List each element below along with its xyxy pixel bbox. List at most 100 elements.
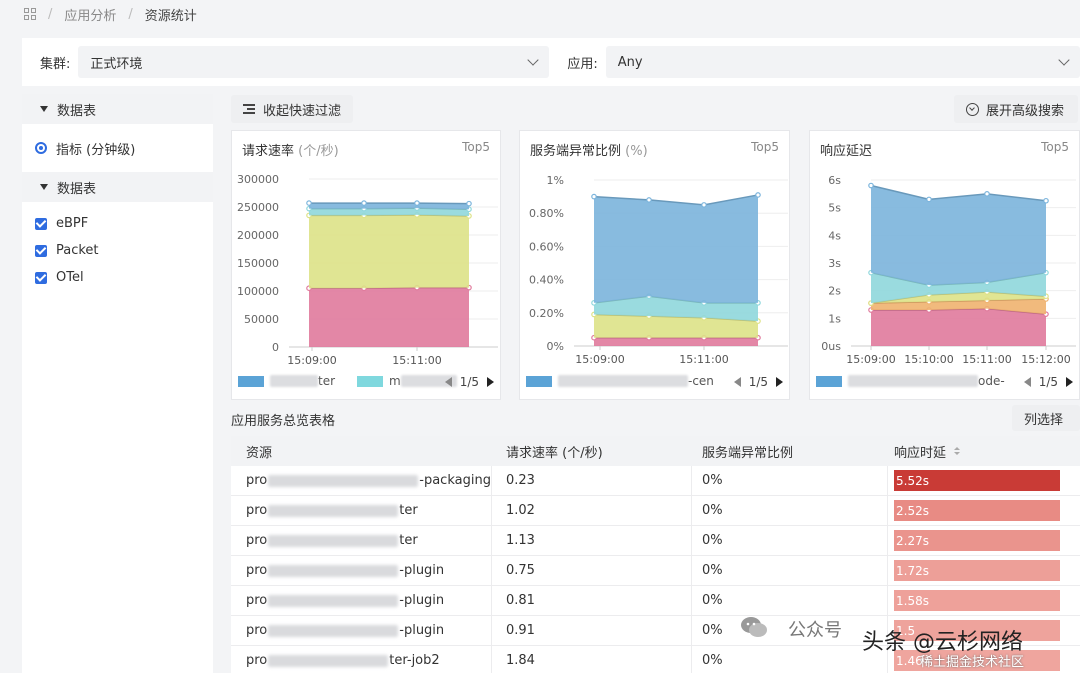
data-point: [755, 192, 761, 198]
breadcrumb-resource-stats: 资源统计: [144, 8, 197, 24]
legend-item[interactable]: m: [389, 374, 401, 388]
expand-advanced-search-button[interactable]: 展开高级搜索: [954, 95, 1078, 123]
table-row[interactable]: pro -packaging 0.23 0% 5.52s: [231, 466, 1080, 496]
redacted-name: [268, 534, 399, 547]
legend-item[interactable]: -cen: [688, 374, 714, 388]
legend-item[interactable]: ter: [318, 374, 335, 388]
chevron-down-icon: [527, 54, 540, 66]
x-tick-label: 15:09:00: [575, 353, 624, 366]
prev-page-icon[interactable]: [733, 377, 741, 387]
cell-resource[interactable]: pro ter: [231, 496, 492, 525]
resource-prefix: pro: [246, 623, 268, 638]
y-tick-label: 150000: [237, 257, 279, 270]
breadcrumb-app-analysis[interactable]: 应用分析: [64, 5, 116, 24]
data-point: [701, 202, 707, 208]
error-ratio-chart: 1% 0.80% 0.60% 0.40% 0.20% 0% 15:09:00 15:11:00: [529, 174, 788, 366]
resource-suffix: -plugin: [399, 593, 445, 608]
resource-suffix: ter: [399, 533, 418, 548]
data-point: [306, 200, 312, 206]
resource-suffix: -plugin: [399, 563, 445, 578]
prev-page-icon[interactable]: [1023, 377, 1031, 387]
x-tick-label: 15:10:00: [904, 353, 953, 366]
y-tick-label: 0.80%: [529, 207, 564, 220]
cell-latency: 1.72s: [888, 556, 1080, 585]
x-tick-label: 15:11:00: [392, 354, 441, 367]
app-grid-icon[interactable]: [24, 8, 36, 20]
cell-resource[interactable]: pro ter: [231, 526, 492, 555]
caret-down-icon: [40, 106, 48, 112]
chart-top-badge: Top5: [462, 140, 490, 154]
cluster-select[interactable]: 正式环境: [78, 46, 550, 78]
cell-request-rate: 1.84: [492, 646, 692, 673]
sidebar-section-header[interactable]: 数据表: [22, 94, 213, 124]
next-page-icon[interactable]: [776, 377, 783, 387]
header-error-ratio[interactable]: 服务端异常比例: [692, 436, 888, 466]
cluster-label: 集群:: [40, 56, 71, 72]
latency-bar: 1.72s: [894, 560, 1060, 581]
cell-error-ratio: 0%: [692, 466, 888, 495]
header-latency[interactable]: 响应时延: [888, 436, 1080, 466]
prev-page-icon[interactable]: [444, 377, 452, 387]
latency-bar: 5.52s: [894, 470, 1060, 491]
cell-latency: 2.27s: [888, 526, 1080, 555]
chart-panel-request-rate: 300000 250000 200000 150000 100000 50000 0 15:0…: [231, 130, 501, 400]
resource-suffix: ter: [399, 503, 418, 518]
cell-resource[interactable]: pro -plugin: [231, 586, 492, 615]
caret-down-icon: [40, 184, 48, 190]
cell-request-rate: 1.02: [492, 496, 692, 525]
table-row[interactable]: pro -plugin 0.81 0% 1.58s: [231, 586, 1080, 616]
cell-resource[interactable]: pro -packaging: [231, 466, 492, 495]
collapse-filter-button[interactable]: 收起快速过滤: [231, 95, 354, 123]
next-page-icon[interactable]: [1066, 377, 1073, 387]
wechat-icon: [741, 617, 767, 637]
metric-option-label: 指标 (分钟级): [56, 142, 136, 158]
source-label: Packet: [56, 243, 99, 258]
legend-item[interactable]: ode-: [978, 374, 1005, 388]
chart-top-badge: Top5: [751, 140, 779, 154]
sidebar-section-header[interactable]: 数据表: [22, 172, 213, 202]
column-select-button[interactable]: 列选择: [1012, 405, 1080, 431]
x-tick-label: 15:09:00: [846, 353, 895, 366]
y-tick-label: 3s: [828, 257, 841, 270]
redacted-name: [268, 504, 399, 517]
legend-pager: 1/5: [444, 375, 494, 389]
x-tick-label: 15:11:00: [679, 353, 728, 366]
source-checkbox-packet[interactable]: Packet: [22, 237, 213, 264]
watermark-platform: 公众号: [788, 620, 842, 641]
series-area: [871, 185, 1046, 286]
y-tick-label: 200000: [237, 229, 279, 242]
table-row[interactable]: pro ter 1.02 0% 2.52s: [231, 496, 1080, 526]
sort-icon[interactable]: [954, 447, 961, 455]
y-tick-label: 100000: [237, 285, 279, 298]
source-checkbox-otel[interactable]: OTel: [22, 264, 213, 291]
redacted-name: [268, 564, 399, 577]
source-checkbox-ebpf[interactable]: eBPF: [22, 210, 213, 237]
data-point: [414, 200, 420, 206]
app-label: 应用:: [567, 56, 598, 72]
cell-resource[interactable]: pro ter-job2: [231, 646, 492, 673]
table-row[interactable]: pro ter 1.13 0% 2.27s: [231, 526, 1080, 556]
cell-resource[interactable]: pro -plugin: [231, 616, 492, 645]
cell-request-rate: 0.81: [492, 586, 692, 615]
cell-resource[interactable]: pro -plugin: [231, 556, 492, 585]
section-title: 数据表: [57, 181, 97, 197]
resource-prefix: pro: [246, 533, 268, 548]
table-row[interactable]: pro -plugin 0.75 0% 1.72s: [231, 556, 1080, 586]
metric-radio-option[interactable]: 指标 (分钟级): [22, 132, 213, 164]
redacted-name: [268, 624, 399, 637]
latency-bar: 2.52s: [894, 500, 1060, 521]
cell-error-ratio: 0%: [692, 556, 888, 585]
data-point: [361, 200, 367, 206]
expand-advanced-label: 展开高级搜索: [986, 103, 1065, 119]
cell-request-rate: 1.13: [492, 526, 692, 555]
radio-selected-icon: [35, 142, 47, 154]
cell-error-ratio: 0%: [692, 496, 888, 525]
header-resource[interactable]: 资源: [231, 436, 492, 466]
app-select[interactable]: Any: [605, 46, 1080, 78]
cell-error-ratio: 0%: [692, 646, 888, 673]
next-page-icon[interactable]: [487, 377, 494, 387]
redacted-name: [558, 375, 688, 387]
header-request-rate[interactable]: 请求速率 (个/秒): [492, 436, 692, 466]
page-indicator: 1/5: [1038, 375, 1058, 389]
y-tick-label: 1s: [828, 312, 841, 325]
